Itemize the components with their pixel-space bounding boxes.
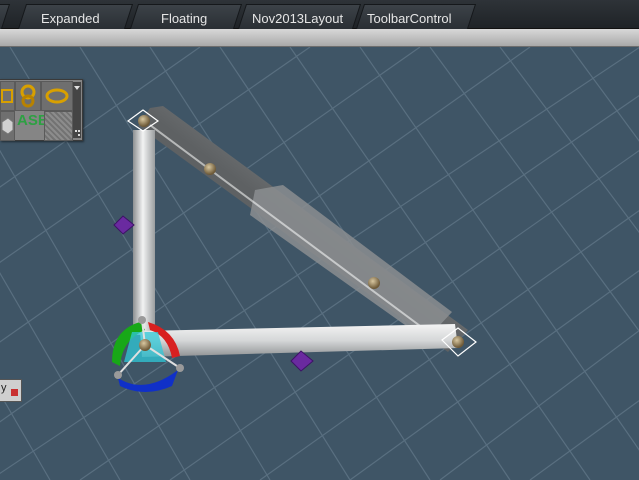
resize-grip-icon [78, 134, 80, 136]
palette-menu-icon [74, 86, 80, 90]
close-icon[interactable] [11, 389, 18, 396]
tab-label-nov2013layout: Nov2013Layout [252, 11, 344, 26]
toolbar-strip [0, 29, 639, 47]
tab-label-expanded: Expanded [41, 11, 100, 26]
side-panel-widget[interactable]: y [0, 379, 22, 402]
cube-icon[interactable] [0, 111, 15, 141]
texture-icon[interactable] [44, 111, 73, 141]
tab-edge [0, 4, 11, 29]
palette-side-handle[interactable] [73, 82, 81, 138]
ring-icon[interactable] [41, 81, 73, 111]
layout-tab-bar: Expanded Floating Nov2013Layout ToolbarC… [0, 0, 639, 29]
tab-label-toolbarcontrol: ToolbarControl [367, 11, 452, 26]
chain-icon[interactable] [15, 81, 41, 111]
frame-icon[interactable] [0, 81, 15, 111]
side-widget-label: y [1, 382, 7, 394]
viewport-3d[interactable] [0, 47, 639, 480]
floating-tool-palette[interactable]: ASE [0, 79, 83, 141]
tab-label-floating: Floating [161, 11, 208, 26]
